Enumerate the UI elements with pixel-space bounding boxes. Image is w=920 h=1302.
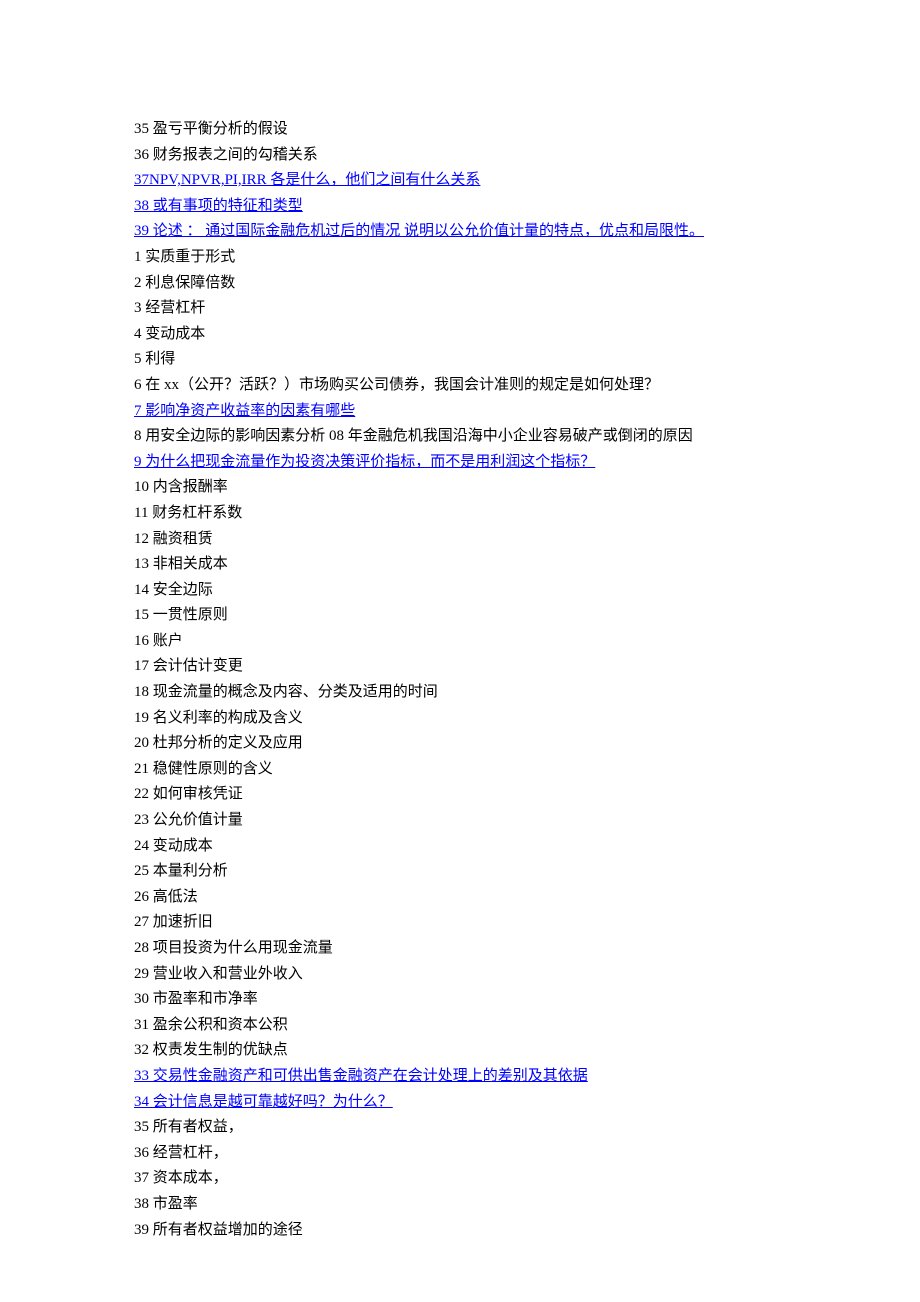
text-line: 18 现金流量的概念及内容、分类及适用的时间 [134, 680, 920, 706]
plain-text: 30 市盈率和市净率 [134, 991, 258, 1007]
plain-text: 11 财务杠杆系数 [134, 505, 242, 521]
plain-text: 22 如何审核凭证 [134, 786, 243, 802]
text-line: 38 或有事项的特征和类型 [134, 194, 920, 220]
text-line: 24 变动成本 [134, 834, 920, 860]
text-line: 3 经营杠杆 [134, 296, 920, 322]
plain-text: 39 所有者权益增加的途径 [134, 1222, 303, 1238]
plain-text: 31 盈余公积和资本公积 [134, 1017, 288, 1033]
plain-text: 35 盈亏平衡分析的假设 [134, 121, 288, 137]
text-line: 27 加速折旧 [134, 910, 920, 936]
plain-text: 4 变动成本 [134, 326, 205, 342]
text-line: 10 内含报酬率 [134, 475, 920, 501]
plain-text: 12 融资租赁 [134, 531, 213, 547]
plain-text: 1 实质重于形式 [134, 249, 235, 265]
text-line: 7 影响净资产收益率的因素有哪些 [134, 399, 920, 425]
hyperlink-text[interactable]: 7 影响净资产收益率的因素有哪些 [134, 403, 355, 419]
text-line: 31 盈余公积和资本公积 [134, 1013, 920, 1039]
plain-text: 8 用安全边际的影响因素分析 08 年金融危机我国沿海中小企业容易破产或倒闭的原… [134, 428, 693, 444]
text-line: 9 为什么把现金流量作为投资决策评价指标，而不是用利润这个指标？ [134, 450, 920, 476]
text-line: 16 账户 [134, 629, 920, 655]
text-line: 21 稳健性原则的含义 [134, 757, 920, 783]
plain-text: 36 经营杠杆， [134, 1145, 228, 1161]
text-line: 39 论述 ： 通过国际金融危机过后的情况 说明以公允价值计量的特点，优点和局限… [134, 219, 920, 245]
text-line: 37NPV,NPVR,PI,IRR 各是什么，他们之间有什么关系 [134, 168, 920, 194]
plain-text: 18 现金流量的概念及内容、分类及适用的时间 [134, 684, 438, 700]
plain-text: 19 名义利率的构成及含义 [134, 710, 303, 726]
text-line: 20 杜邦分析的定义及应用 [134, 731, 920, 757]
text-line: 15 一贯性原则 [134, 603, 920, 629]
hyperlink-text[interactable]: 34 会计信息是越可靠越好吗？为什么？ [134, 1094, 393, 1110]
text-line: 26 高低法 [134, 885, 920, 911]
plain-text: 36 财务报表之间的勾稽关系 [134, 147, 318, 163]
plain-text: 28 项目投资为什么用现金流量 [134, 940, 333, 956]
plain-text: 14 安全边际 [134, 582, 213, 598]
plain-text: 10 内含报酬率 [134, 479, 228, 495]
text-line: 32 权责发生制的优缺点 [134, 1038, 920, 1064]
text-line: 17 会计估计变更 [134, 654, 920, 680]
plain-text: 16 账户 [134, 633, 183, 649]
plain-text: 35 所有者权益， [134, 1119, 243, 1135]
text-line: 38 市盈率 [134, 1192, 920, 1218]
hyperlink-text[interactable]: 37NPV,NPVR,PI,IRR 各是什么，他们之间有什么关系 [134, 172, 480, 188]
text-line: 36 财务报表之间的勾稽关系 [134, 143, 920, 169]
text-line: 35 所有者权益， [134, 1115, 920, 1141]
text-line: 29 营业收入和营业外收入 [134, 962, 920, 988]
plain-text: 26 高低法 [134, 889, 198, 905]
plain-text: 37 资本成本， [134, 1170, 228, 1186]
plain-text: 20 杜邦分析的定义及应用 [134, 735, 303, 751]
document-page: 35 盈亏平衡分析的假设 36 财务报表之间的勾稽关系 37NPV,NPVR,PI,… [0, 0, 920, 1302]
plain-text: 32 权责发生制的优缺点 [134, 1042, 288, 1058]
text-line: 28 项目投资为什么用现金流量 [134, 936, 920, 962]
plain-text: 29 营业收入和营业外收入 [134, 966, 303, 982]
text-line: 8 用安全边际的影响因素分析 08 年金融危机我国沿海中小企业容易破产或倒闭的原… [134, 424, 920, 450]
text-line: 39 所有者权益增加的途径 [134, 1218, 920, 1244]
plain-text: 3 经营杠杆 [134, 300, 205, 316]
plain-text: 38 市盈率 [134, 1196, 198, 1212]
plain-text: 5 利得 [134, 351, 175, 367]
text-line: 4 变动成本 [134, 322, 920, 348]
plain-text: 21 稳健性原则的含义 [134, 761, 273, 777]
plain-text: 2 利息保障倍数 [134, 275, 235, 291]
text-line: 25 本量利分析 [134, 859, 920, 885]
text-line: 6 在 xx（公开？活跃？）市场购买公司债券，我国会计准则的规定是如何处理？ [134, 373, 920, 399]
hyperlink-text[interactable]: 39 论述 ： 通过国际金融危机过后的情况 说明以公允价值计量的特点，优点和局限… [134, 223, 704, 239]
text-line: 37 资本成本， [134, 1166, 920, 1192]
text-line: 11 财务杠杆系数 [134, 501, 920, 527]
hyperlink-text[interactable]: 9 为什么把现金流量作为投资决策评价指标，而不是用利润这个指标？ [134, 454, 595, 470]
hyperlink-text[interactable]: 33 交易性金融资产和可供出售金融资产在会计处理上的差别及其依据 [134, 1068, 588, 1084]
text-line: 30 市盈率和市净率 [134, 987, 920, 1013]
text-line: 33 交易性金融资产和可供出售金融资产在会计处理上的差别及其依据 [134, 1064, 920, 1090]
plain-text: 23 公允价值计量 [134, 812, 243, 828]
plain-text: 24 变动成本 [134, 838, 213, 854]
plain-text: 27 加速折旧 [134, 914, 213, 930]
text-line: 2 利息保障倍数 [134, 271, 920, 297]
plain-text: 13 非相关成本 [134, 556, 228, 572]
text-line: 1 实质重于形式 [134, 245, 920, 271]
text-line: 13 非相关成本 [134, 552, 920, 578]
plain-text: 17 会计估计变更 [134, 658, 243, 674]
text-line: 23 公允价值计量 [134, 808, 920, 834]
text-line: 35 盈亏平衡分析的假设 [134, 117, 920, 143]
text-line: 22 如何审核凭证 [134, 782, 920, 808]
text-line: 36 经营杠杆， [134, 1141, 920, 1167]
plain-text: 25 本量利分析 [134, 863, 228, 879]
plain-text: 6 在 xx（公开？活跃？）市场购买公司债券，我国会计准则的规定是如何处理？ [134, 377, 659, 393]
plain-text: 15 一贯性原则 [134, 607, 228, 623]
text-line: 12 融资租赁 [134, 527, 920, 553]
text-line: 19 名义利率的构成及含义 [134, 706, 920, 732]
text-line: 34 会计信息是越可靠越好吗？为什么？ [134, 1090, 920, 1116]
hyperlink-text[interactable]: 38 或有事项的特征和类型 [134, 198, 303, 214]
text-line: 14 安全边际 [134, 578, 920, 604]
text-line: 5 利得 [134, 347, 920, 373]
